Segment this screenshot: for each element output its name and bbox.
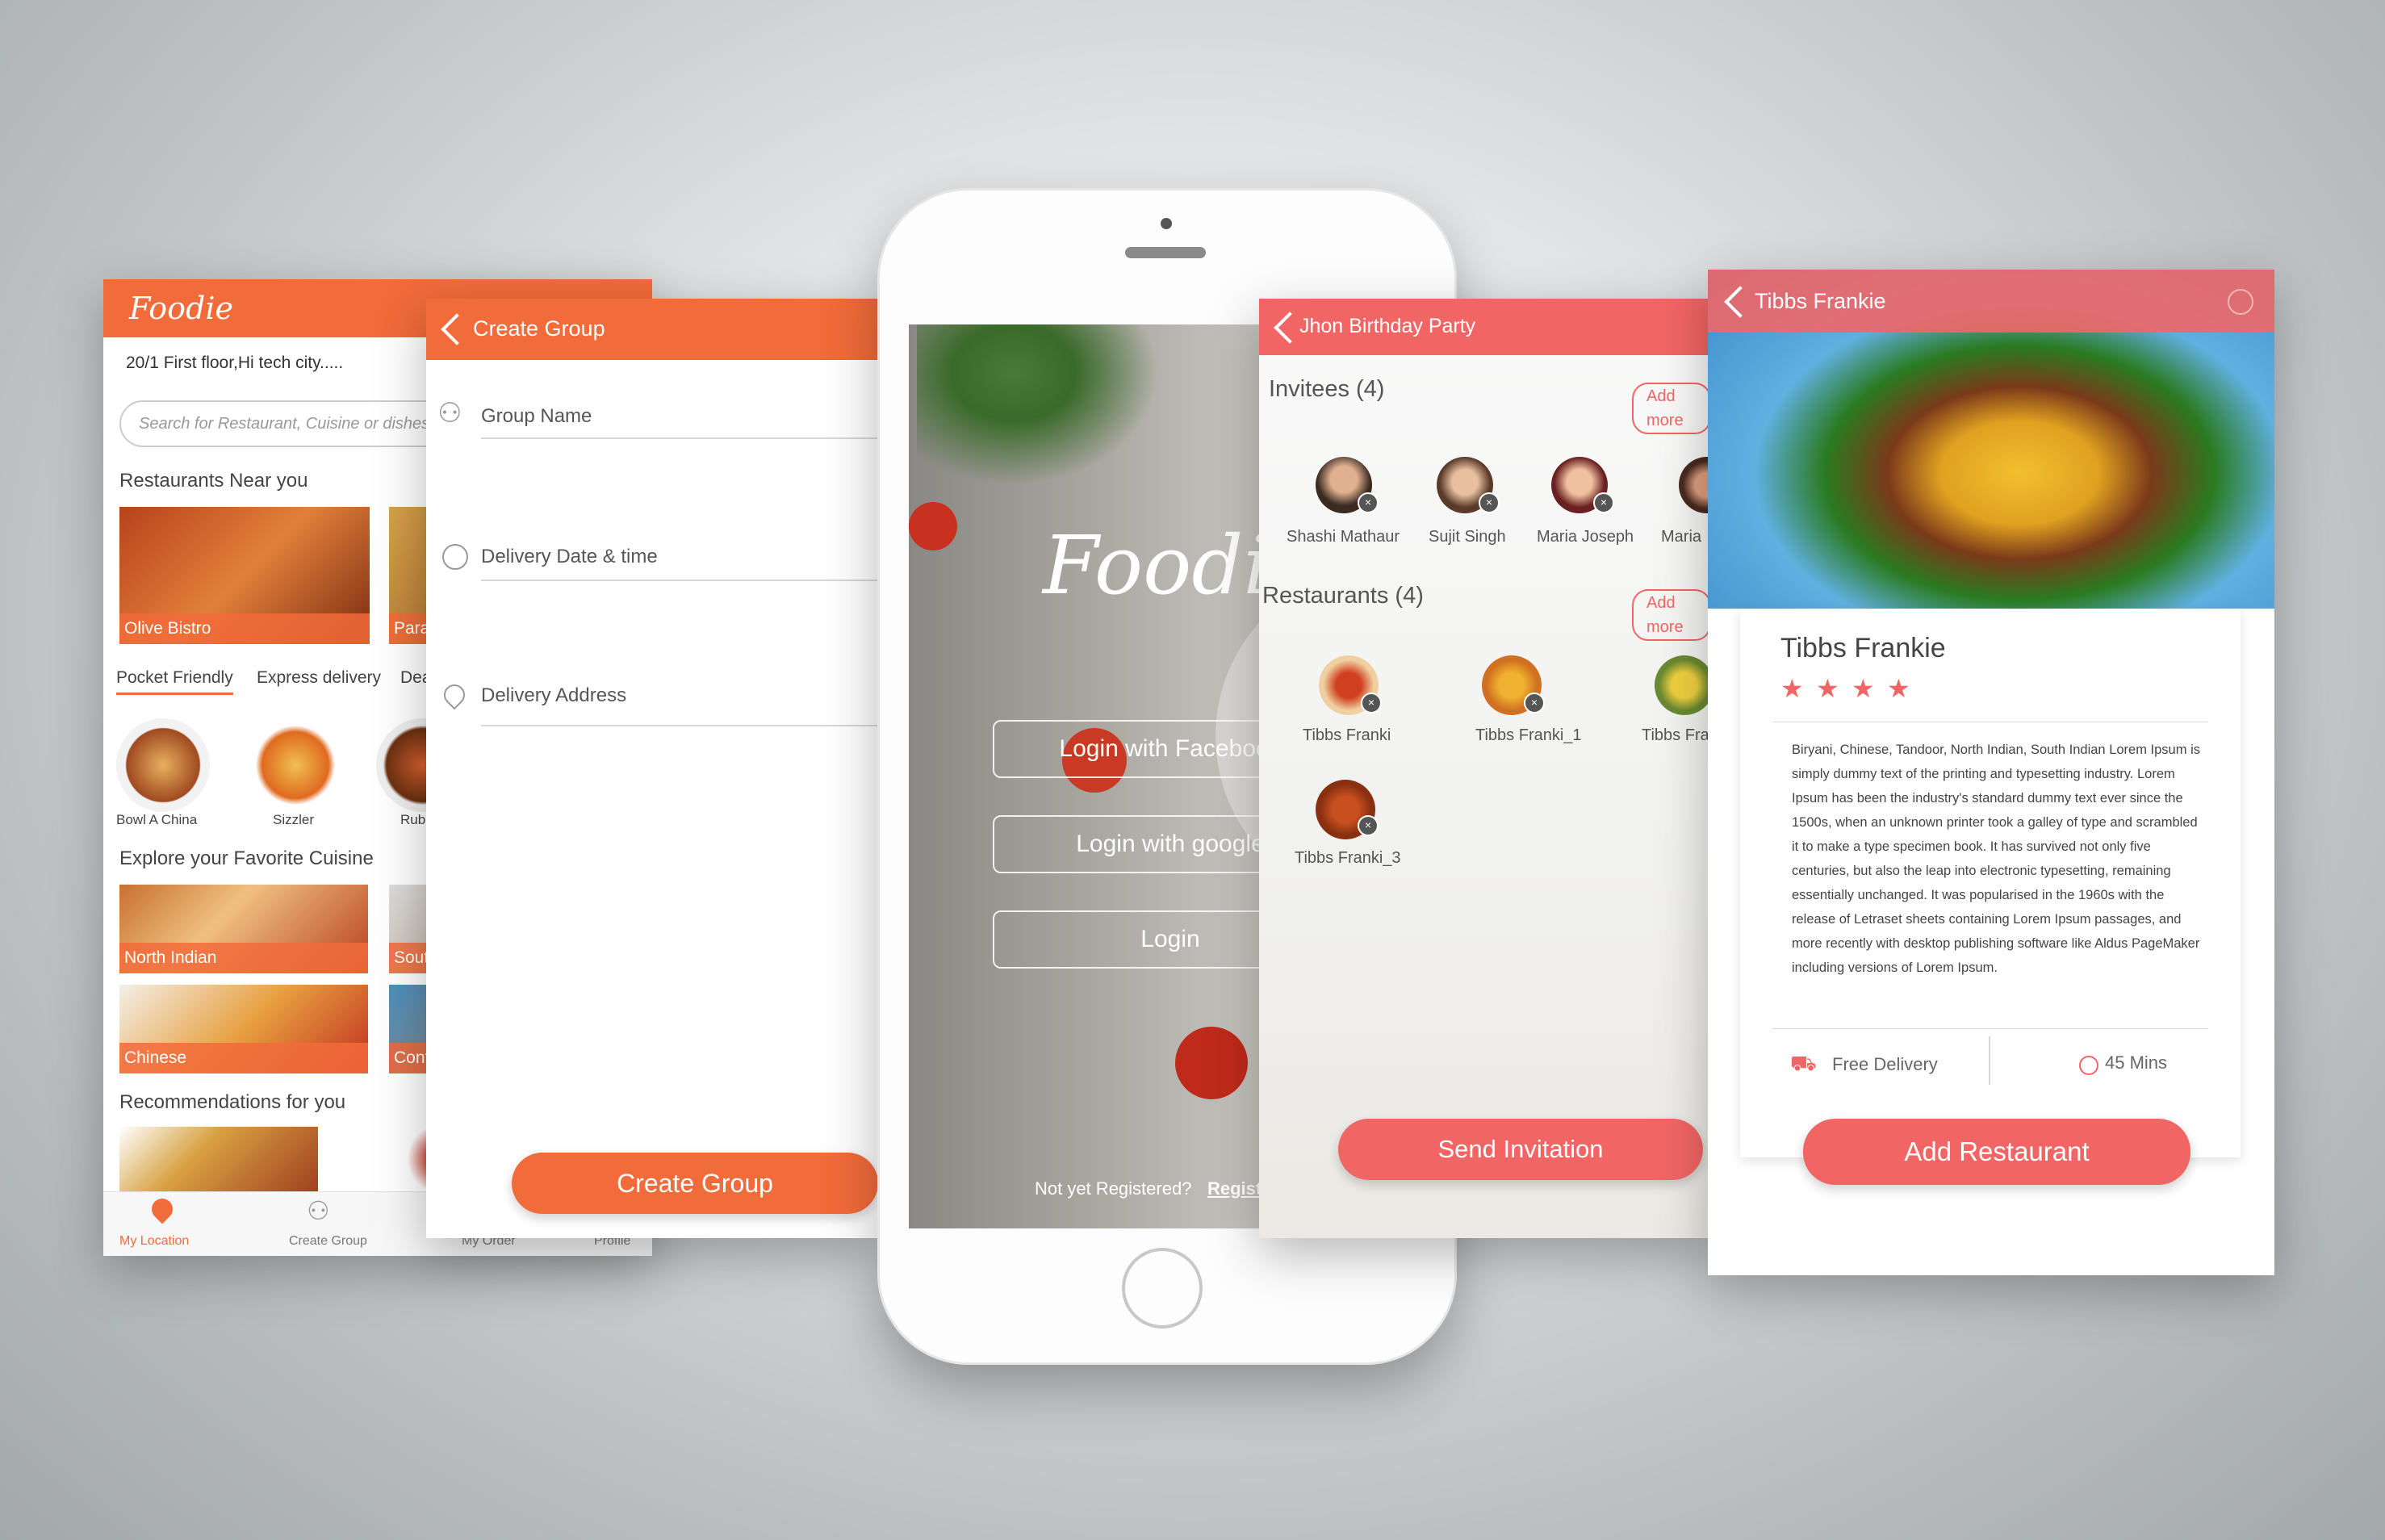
- invitee-name: Shashi Mathaur: [1287, 528, 1400, 546]
- delivery-truck-icon: ⛟: [1790, 1051, 1817, 1075]
- filter-tab-express[interactable]: Express delivery: [257, 668, 381, 688]
- register-prompt: Not yet Registered?: [1035, 1178, 1192, 1199]
- phone-camera: [1161, 218, 1172, 229]
- tomato-decoration: [1175, 1027, 1248, 1099]
- add-more-restaurants-button[interactable]: Add more: [1632, 589, 1711, 641]
- location-icon: [147, 1194, 178, 1224]
- brand-logo: Foodie: [129, 291, 234, 326]
- restaurant-name: Tibbs Frankie: [1780, 633, 1946, 663]
- delivery-address-field[interactable]: Delivery Address: [481, 684, 626, 707]
- circle-label: Sizzler: [273, 812, 315, 827]
- search-placeholder: Search for Restaurant, Cuisine or dishes: [139, 415, 430, 433]
- invitee-name: Maria Joseph: [1537, 528, 1634, 546]
- restaurant-avatar[interactable]: [1655, 655, 1711, 715]
- address-bar[interactable]: 20/1 First floor,Hi tech city.....: [126, 354, 343, 373]
- party-header: Jhon Birthday Party: [1259, 299, 1711, 355]
- back-arrow-icon[interactable]: [1724, 286, 1756, 318]
- page-title: Tibbs Frankie: [1755, 289, 1886, 313]
- tomato-decoration: [909, 502, 957, 550]
- star-icon: ★: [1852, 674, 1875, 703]
- back-arrow-icon[interactable]: [441, 313, 473, 345]
- field-underline: [481, 725, 878, 726]
- home-button[interactable]: [1122, 1248, 1203, 1329]
- detail-screen: Tibbs Frankie Tibbs Frankie ★ ★ ★ ★ Biry…: [1708, 270, 2274, 1275]
- tile-label: Olive Bistro: [119, 613, 370, 644]
- nav-create-group[interactable]: Create Group: [289, 1234, 367, 1249]
- create-group-screen: Create Group ⚇ Group Name Delivery Date …: [426, 299, 878, 1238]
- restaurant-name: Tibbs Franki: [1303, 726, 1391, 744]
- recommendation-tile[interactable]: [119, 1127, 318, 1191]
- remove-icon[interactable]: ×: [1479, 492, 1500, 513]
- restaurants-title: Restaurants (4): [1262, 583, 1424, 609]
- send-invitation-button[interactable]: Send Invitation: [1338, 1119, 1703, 1180]
- restaurant-name: Tibbs Franki_3: [1295, 849, 1401, 867]
- delivery-time-label: 45 Mins: [2105, 1052, 2168, 1073]
- nav-my-location[interactable]: My Location: [119, 1234, 189, 1249]
- detail-card: Tibbs Frankie ★ ★ ★ ★ Biryani, Chinese, …: [1740, 609, 2241, 1157]
- restaurant-circle[interactable]: [116, 718, 210, 812]
- group-name-field[interactable]: Group Name: [481, 405, 592, 428]
- star-icon: ★: [1816, 674, 1839, 703]
- tile-label: Chinese: [119, 1043, 368, 1073]
- restaurant-circle[interactable]: [249, 718, 342, 812]
- remove-icon[interactable]: ×: [1358, 815, 1379, 836]
- invitees-title: Invitees (4): [1269, 376, 1385, 402]
- cuisine-tile[interactable]: North Indian: [119, 885, 368, 973]
- star-icon: ★: [1887, 674, 1910, 703]
- near-title: Restaurants Near you: [119, 470, 308, 492]
- invitee-name: Maria: [1661, 528, 1702, 546]
- circle-label: Bowl A China: [116, 812, 198, 827]
- filter-tab-pocket[interactable]: Pocket Friendly: [116, 668, 233, 695]
- tile-label: North Indian: [119, 943, 368, 973]
- create-group-header: Create Group: [426, 299, 878, 360]
- field-underline: [481, 437, 878, 439]
- description: Biryani, Chinese, Tandoor, North Indian,…: [1792, 743, 2200, 975]
- group-icon: ⚇: [307, 1196, 330, 1225]
- remove-icon[interactable]: ×: [1524, 693, 1545, 714]
- restaurant-name: Tibbs Franki: [1642, 726, 1711, 744]
- remove-icon[interactable]: ×: [1593, 492, 1614, 513]
- pin-icon: [439, 680, 470, 710]
- restaurant-name: Tibbs Franki_1: [1475, 726, 1582, 744]
- party-screen: Jhon Birthday Party Invitees (4) Add mor…: [1259, 299, 1711, 1238]
- page-title: Create Group: [473, 316, 605, 341]
- delivery-date-field[interactable]: Delivery Date & time: [481, 546, 658, 568]
- cuisine-title: Explore your Favorite Cuisine: [119, 847, 374, 869]
- detail-header: Tibbs Frankie: [1708, 270, 2274, 333]
- group-icon: ⚇: [437, 398, 462, 429]
- free-delivery-label: Free Delivery: [1832, 1054, 1938, 1074]
- phone-speaker: [1125, 247, 1206, 258]
- basil-decoration: [917, 324, 1159, 486]
- create-group-button[interactable]: Create Group: [512, 1153, 878, 1214]
- divider: [1772, 1028, 2208, 1029]
- rec-title: Recommendations for you: [119, 1091, 346, 1113]
- circle-label: Rub: [400, 812, 426, 827]
- info-icon[interactable]: [2228, 289, 2253, 315]
- add-restaurant-button[interactable]: Add Restaurant: [1803, 1119, 2190, 1185]
- invitee-name: Sujit Singh: [1429, 528, 1506, 546]
- restaurant-tile[interactable]: Olive Bistro: [119, 507, 370, 644]
- page-title: Jhon Birthday Party: [1299, 315, 1476, 337]
- add-more-invitees-button[interactable]: Add more: [1632, 383, 1711, 434]
- star-icon: ★: [1780, 674, 1804, 703]
- avatar[interactable]: [1679, 457, 1711, 513]
- field-underline: [481, 580, 878, 581]
- cuisine-tile[interactable]: Chinese: [119, 985, 368, 1073]
- clock-icon: [2079, 1056, 2098, 1075]
- divider-vertical: [1989, 1036, 1990, 1085]
- remove-icon[interactable]: ×: [1358, 492, 1379, 513]
- clock-icon: [442, 544, 468, 570]
- remove-icon[interactable]: ×: [1361, 693, 1382, 714]
